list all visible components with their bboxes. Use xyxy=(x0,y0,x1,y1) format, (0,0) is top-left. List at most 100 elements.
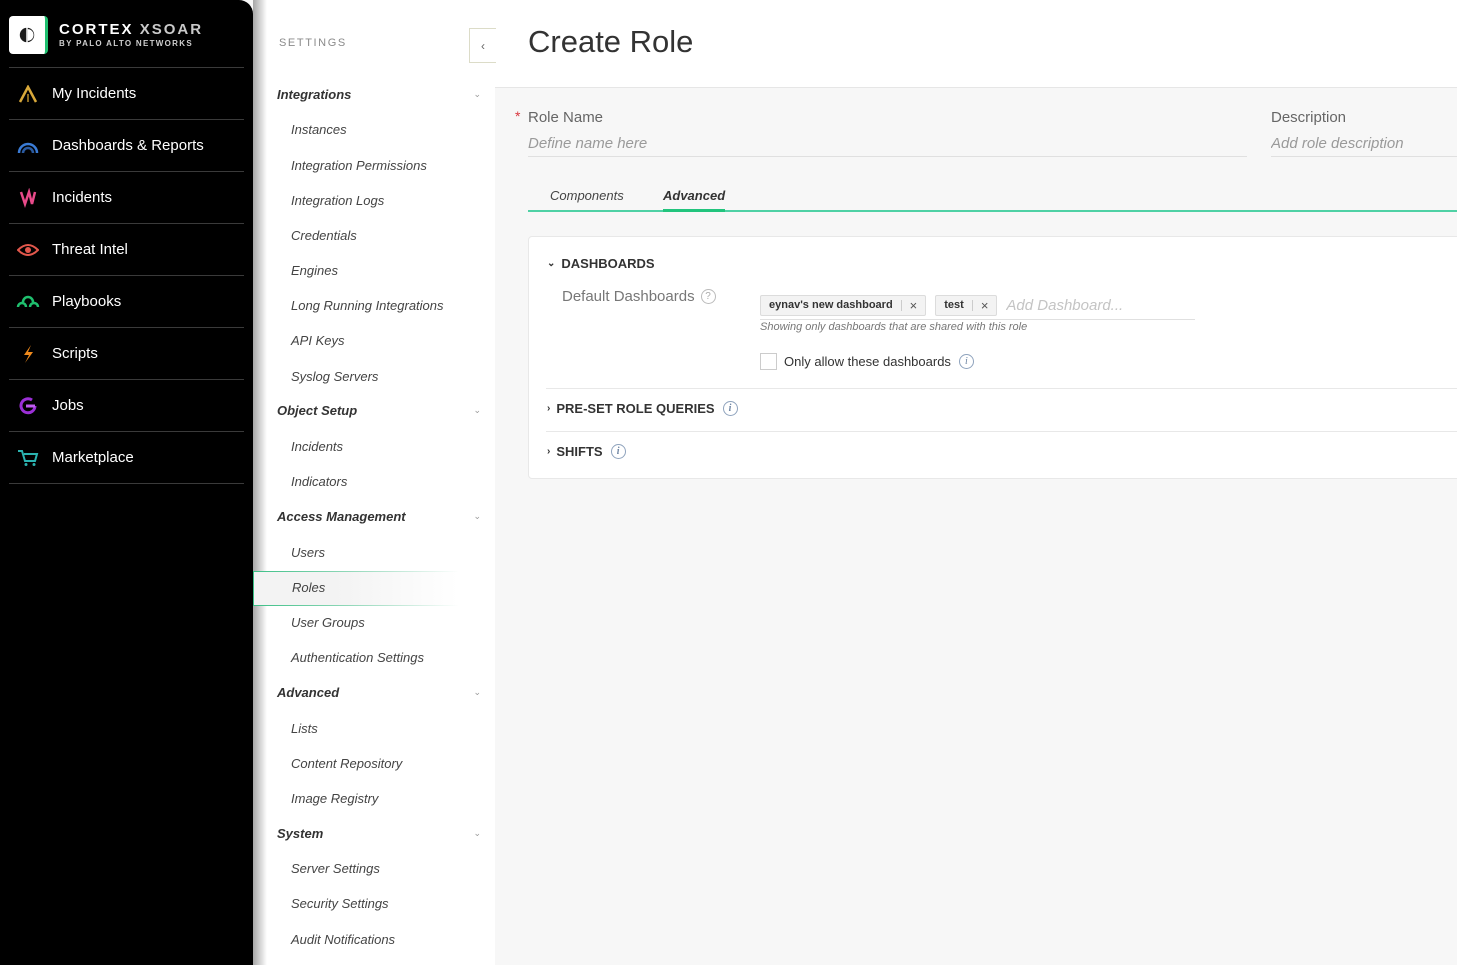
incidents-icon xyxy=(16,186,40,210)
remove-tag-icon[interactable]: × xyxy=(910,298,918,313)
page-title: Create Role xyxy=(528,24,694,59)
nav-label: Threat Intel xyxy=(52,241,128,258)
settings-item-authentication-settings[interactable]: Authentication Settings xyxy=(291,650,424,665)
only-allow-dashboards-row: Only allow these dashboards i xyxy=(760,353,974,370)
settings-item-user-groups[interactable]: User Groups xyxy=(291,615,365,630)
nav-item-playbooks[interactable]: Playbooks xyxy=(9,276,244,328)
divider xyxy=(546,431,1457,432)
main-content: Create Role * Role Name Description Comp… xyxy=(495,0,1457,965)
jobs-icon xyxy=(16,394,40,418)
chevron-down-icon: ⌄ xyxy=(547,258,556,269)
required-marker: * xyxy=(515,108,521,124)
settings-item-long-running-integrations[interactable]: Long Running Integrations xyxy=(291,298,444,313)
brand[interactable]: CORTEX XSOAR BY PALO ALTO NETWORKS xyxy=(9,0,244,68)
brand-subtitle: BY PALO ALTO NETWORKS xyxy=(59,39,193,48)
nav-label: Marketplace xyxy=(52,449,134,466)
nav-label: Scripts xyxy=(52,345,98,362)
chevron-right-icon: › xyxy=(547,446,551,457)
marketplace-icon xyxy=(16,446,40,470)
role-tabs: Components Advanced xyxy=(528,186,1457,212)
settings-item-indicators[interactable]: Indicators xyxy=(291,474,347,489)
settings-panel: SETTINGS ‹ Integrations ⌄ Instances Integ… xyxy=(253,0,496,965)
nav-label: Playbooks xyxy=(52,293,122,310)
dashboard-tag: eynav's new dashboard × xyxy=(760,294,927,316)
dashboards-hint: Showing only dashboards that are shared … xyxy=(760,321,1028,333)
left-navigation: CORTEX XSOAR BY PALO ALTO NETWORKS My In… xyxy=(0,0,253,965)
nav-label: Jobs xyxy=(52,397,84,414)
chevron-down-icon: ⌄ xyxy=(473,405,481,415)
collapse-settings-button[interactable]: ‹ xyxy=(469,28,496,63)
dashboards-icon xyxy=(16,134,40,158)
settings-item-incidents[interactable]: Incidents xyxy=(291,439,343,454)
info-icon[interactable]: i xyxy=(958,354,974,369)
threat-intel-icon xyxy=(16,238,40,262)
settings-item-image-registry[interactable]: Image Registry xyxy=(291,791,378,806)
settings-item-lists[interactable]: Lists xyxy=(291,721,318,736)
settings-item-instances[interactable]: Instances xyxy=(291,122,347,137)
settings-item-audit-notifications[interactable]: Audit Notifications xyxy=(291,932,395,947)
preset-role-queries-toggle[interactable]: › PRE-SET ROLE QUERIES i xyxy=(547,401,738,416)
settings-group-object-setup[interactable]: Object Setup ⌄ xyxy=(277,403,481,418)
settings-group-integrations[interactable]: Integrations ⌄ xyxy=(277,87,481,102)
description-input[interactable] xyxy=(1271,130,1457,157)
settings-item-users[interactable]: Users xyxy=(291,545,325,560)
info-icon[interactable]: i xyxy=(722,401,738,416)
settings-item-credentials[interactable]: Credentials xyxy=(291,228,357,243)
settings-item-integration-logs[interactable]: Integration Logs xyxy=(291,193,384,208)
nav-item-incidents[interactable]: Incidents xyxy=(9,172,244,224)
settings-item-roles-label: Roles xyxy=(292,580,326,595)
settings-title: SETTINGS xyxy=(279,37,347,49)
nav-item-scripts[interactable]: Scripts xyxy=(9,328,244,380)
role-name-label: Role Name xyxy=(528,109,604,126)
chevron-down-icon: ⌄ xyxy=(473,511,481,521)
dashboard-tag: test × xyxy=(935,294,998,316)
dashboards-heading: DASHBOARDS xyxy=(561,256,655,271)
settings-item-syslog-servers[interactable]: Syslog Servers xyxy=(291,369,378,384)
divider xyxy=(546,388,1457,389)
settings-group-advanced[interactable]: Advanced ⌄ xyxy=(277,685,481,700)
settings-group-system[interactable]: System ⌄ xyxy=(277,826,481,841)
help-icon[interactable]: ? xyxy=(700,289,716,304)
nav-label: My Incidents xyxy=(52,85,137,102)
dashboard-tag-input[interactable]: eynav's new dashboard × test × xyxy=(760,291,1195,320)
settings-group-access-management[interactable]: Access Management ⌄ xyxy=(277,509,481,524)
cortex-logo-icon xyxy=(9,15,48,54)
preset-role-queries-heading: PRE-SET ROLE QUERIES xyxy=(556,401,715,416)
nav-item-threat-intel[interactable]: Threat Intel xyxy=(9,224,244,276)
playbooks-icon xyxy=(16,290,40,314)
tab-components[interactable]: Components xyxy=(550,188,624,203)
settings-item-api-keys[interactable]: API Keys xyxy=(291,333,344,348)
dashboards-section-toggle[interactable]: ⌄ DASHBOARDS xyxy=(547,256,655,271)
chevron-right-icon: › xyxy=(547,403,551,414)
settings-item-server-settings[interactable]: Server Settings xyxy=(291,861,380,876)
add-dashboard-input[interactable] xyxy=(1006,296,1157,314)
only-allow-dashboards-checkbox[interactable] xyxy=(760,353,777,370)
advanced-settings-card: ⌄ DASHBOARDS Default Dashboards ? eynav'… xyxy=(528,236,1457,479)
nav-item-my-incidents[interactable]: My Incidents xyxy=(9,68,244,120)
shifts-toggle[interactable]: › SHIFTS i xyxy=(547,444,626,459)
my-incidents-icon xyxy=(16,82,40,106)
info-icon[interactable]: i xyxy=(610,444,626,459)
settings-item-integration-permissions[interactable]: Integration Permissions xyxy=(291,158,427,173)
role-name-input[interactable] xyxy=(528,130,1247,157)
only-allow-dashboards-label: Only allow these dashboards xyxy=(784,354,951,369)
chevron-down-icon: ⌄ xyxy=(473,687,481,697)
settings-item-content-repository[interactable]: Content Repository xyxy=(291,756,402,771)
settings-item-engines[interactable]: Engines xyxy=(291,263,338,278)
chevron-down-icon: ⌄ xyxy=(473,828,481,838)
scripts-icon xyxy=(16,342,40,366)
chevron-left-icon: ‹ xyxy=(481,38,485,53)
settings-item-roles-active[interactable]: Roles xyxy=(253,571,458,606)
shifts-heading: SHIFTS xyxy=(556,444,603,459)
nav-item-jobs[interactable]: Jobs xyxy=(9,380,244,432)
nav-label: Dashboards & Reports xyxy=(52,137,204,154)
brand-title: CORTEX XSOAR xyxy=(59,21,204,38)
tab-advanced[interactable]: Advanced xyxy=(663,188,726,212)
settings-item-security-settings[interactable]: Security Settings xyxy=(291,896,389,911)
nav-item-marketplace[interactable]: Marketplace xyxy=(9,432,244,484)
remove-tag-icon[interactable]: × xyxy=(981,298,989,313)
chevron-down-icon: ⌄ xyxy=(473,89,481,99)
nav-label: Incidents xyxy=(52,189,113,206)
page-header: Create Role xyxy=(495,0,1457,88)
nav-item-dashboards-reports[interactable]: Dashboards & Reports xyxy=(9,120,244,172)
